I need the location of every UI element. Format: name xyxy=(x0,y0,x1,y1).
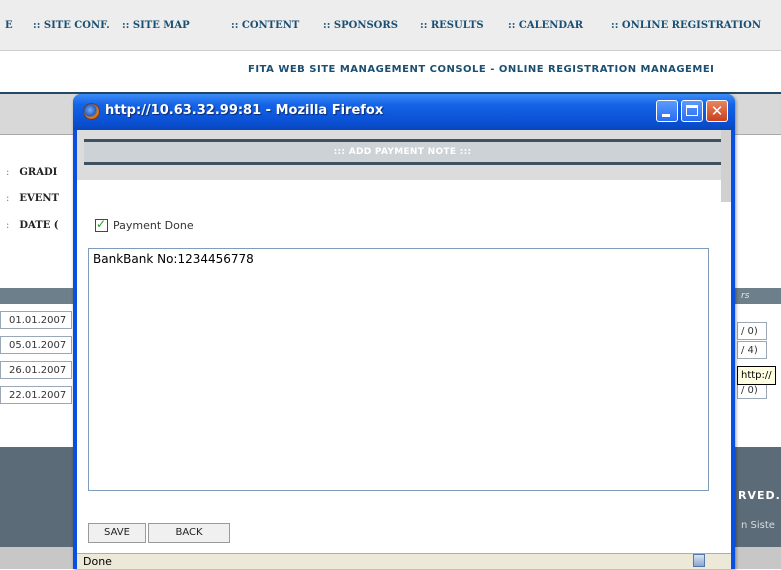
date-label: : DATE ( xyxy=(6,220,59,231)
date-cell: 26.01.2007 xyxy=(0,361,72,379)
check-icon: ✓ xyxy=(96,217,107,231)
scrollbar[interactable] xyxy=(721,130,731,202)
date-cell: 01.01.2007 xyxy=(0,311,72,329)
payment-note-textarea[interactable]: BankBank No:1234456778 xyxy=(88,248,709,491)
section-title: ::: ADD PAYMENT NOTE ::: xyxy=(333,147,472,157)
footer-sister-fragment: n Siste xyxy=(741,520,775,531)
nav-calendar[interactable]: :: CALENDAR xyxy=(508,20,583,31)
section-strip: ::: ADD PAYMENT NOTE ::: xyxy=(77,130,731,180)
window-content: ::: ADD PAYMENT NOTE ::: ✓ Payment Done … xyxy=(77,130,731,569)
footer-rights-fragment: RVED. xyxy=(738,489,781,502)
maximize-button[interactable] xyxy=(681,100,703,122)
close-button[interactable]: ✕ xyxy=(706,100,728,122)
window-title: http://10.63.32.99:81 - Mozilla Firefox xyxy=(105,103,384,118)
value-cell[interactable]: / 0) xyxy=(737,322,767,340)
top-navigation: E :: SITE CONF. :: SITE MAP :: CONTENT :… xyxy=(0,0,781,51)
window-titlebar[interactable]: http://10.63.32.99:81 - Mozilla Firefox … xyxy=(73,94,735,130)
page-info-icon[interactable] xyxy=(693,554,705,567)
url-tooltip: http:// xyxy=(737,366,776,385)
back-button[interactable]: BACK xyxy=(148,523,230,543)
status-bar: Done xyxy=(77,553,731,569)
value-cell[interactable]: / 4) xyxy=(737,341,767,359)
payment-done-label: Payment Done xyxy=(113,219,194,232)
firefox-icon xyxy=(83,103,100,120)
nav-site-conf[interactable]: :: SITE CONF. xyxy=(33,20,110,31)
nav-edge-fragment: E xyxy=(5,20,13,31)
save-button[interactable]: SAVE xyxy=(88,523,146,543)
console-title: FITA WEB SITE MANAGEMENT CONSOLE - ONLIN… xyxy=(248,64,715,75)
table-header-fragment: rs xyxy=(741,291,750,301)
close-icon: ✕ xyxy=(710,102,724,120)
event-label: : EVENT xyxy=(6,193,59,204)
section-title-bar: ::: ADD PAYMENT NOTE ::: xyxy=(84,139,721,165)
nav-sponsors[interactable]: :: SPONSORS xyxy=(323,20,398,31)
payment-done-checkbox[interactable]: ✓ xyxy=(95,217,108,232)
nav-results[interactable]: :: RESULTS xyxy=(420,20,484,31)
grade-label: : GRADI xyxy=(6,167,58,178)
nav-site-map[interactable]: :: SITE MAP xyxy=(122,20,190,31)
nav-online-registration[interactable]: :: ONLINE REGISTRATION xyxy=(611,20,761,31)
date-cell: 22.01.2007 xyxy=(0,386,72,404)
minimize-button[interactable] xyxy=(656,100,678,122)
popup-window: http://10.63.32.99:81 - Mozilla Firefox … xyxy=(73,94,735,569)
date-cell: 05.01.2007 xyxy=(0,336,72,354)
nav-content[interactable]: :: CONTENT xyxy=(231,20,299,31)
